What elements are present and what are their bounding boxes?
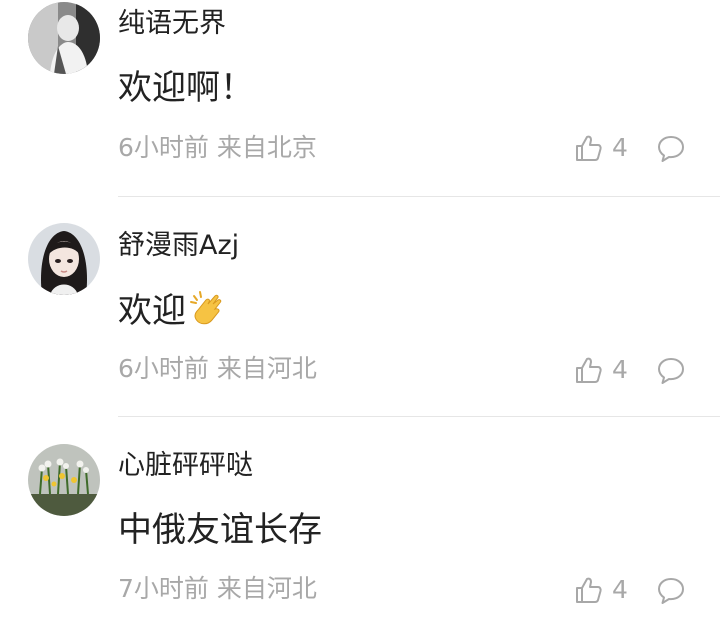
- comment-text: 欢迎啊！: [118, 68, 254, 108]
- comment-item: 舒漫雨Azj 欢迎 6小时前 来自河北 4: [0, 220, 720, 417]
- like-count: 4: [612, 355, 628, 384]
- reply-button[interactable]: [656, 356, 686, 386]
- avatar-image: [28, 2, 100, 74]
- divider: [118, 416, 720, 417]
- comment-meta: 6小时前 来自北京: [118, 132, 317, 164]
- avatar-image: [28, 223, 100, 295]
- comment-bubble-icon: [658, 358, 684, 384]
- comment-text-body: 欢迎: [118, 291, 186, 331]
- avatar-image: [28, 444, 100, 516]
- username[interactable]: 纯语无界: [118, 6, 226, 42]
- comment-time: 7小时前: [118, 574, 209, 603]
- avatar[interactable]: [28, 2, 100, 74]
- comment-location: 来自北京: [216, 133, 317, 162]
- clapping-hands-icon: [188, 288, 228, 339]
- comment-meta: 7小时前 来自河北: [118, 573, 317, 605]
- comment-location: 来自河北: [216, 354, 317, 383]
- thumbs-up-icon: [576, 135, 602, 161]
- thumbs-up-icon: [576, 357, 602, 383]
- comment-time: 6小时前: [118, 133, 209, 162]
- username[interactable]: 舒漫雨Azj: [118, 228, 239, 264]
- like-button[interactable]: 4: [574, 352, 628, 388]
- comment-bubble-icon: [658, 136, 684, 162]
- avatar[interactable]: [28, 223, 100, 295]
- comment-item: 心脏砰砰哒 中俄友谊长存 7小时前 来自河北 4: [0, 440, 720, 619]
- avatar[interactable]: [28, 444, 100, 516]
- comment-text: 中俄友谊长存: [118, 510, 322, 550]
- username[interactable]: 心脏砰砰哒: [118, 448, 253, 484]
- comment-location: 来自河北: [216, 574, 317, 603]
- like-count: 4: [612, 133, 628, 162]
- comment-text: 欢迎: [118, 288, 228, 339]
- comment-time: 6小时前: [118, 354, 209, 383]
- thumbs-up-icon: [576, 577, 602, 603]
- like-button[interactable]: 4: [574, 130, 628, 166]
- like-count: 4: [612, 575, 628, 604]
- comment-bubble-icon: [658, 578, 684, 604]
- reply-button[interactable]: [656, 134, 686, 164]
- comment-meta: 6小时前 来自河北: [118, 353, 317, 385]
- reply-button[interactable]: [656, 576, 686, 606]
- comment-item: 纯语无界 欢迎啊！ 6小时前 来自北京 4: [0, 0, 720, 197]
- like-button[interactable]: 4: [574, 572, 628, 608]
- divider: [118, 196, 720, 197]
